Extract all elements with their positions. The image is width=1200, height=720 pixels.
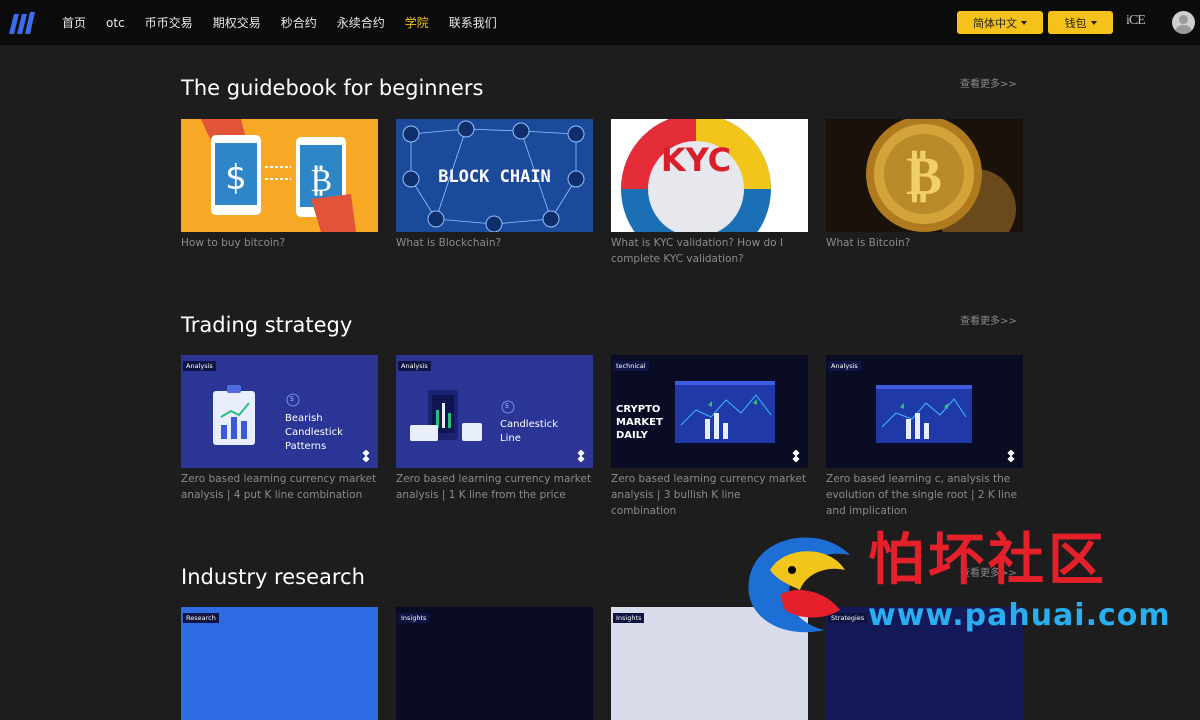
article-thumbnail: Insights (396, 607, 593, 720)
card-caption: What is Blockchain? (396, 237, 502, 249)
card-caption: What is Bitcoin? (826, 237, 911, 249)
nav-item-perpetual-contract[interactable]: 永续合约 (337, 14, 385, 31)
nav-item-otc[interactable]: otc (106, 16, 125, 30)
article-card[interactable]: technical CRYPTO MARKET DAILY Zero based… (611, 355, 808, 519)
article-thumbnail: Analysis 5 Candlestick Line (396, 355, 593, 468)
category-tag: Analysis (828, 361, 861, 371)
category-tag: Analysis (398, 361, 431, 371)
market-chart-screen-icon (876, 385, 972, 443)
card-caption: How to buy bitcoin? (181, 237, 286, 249)
thumbnail-title: KYC (660, 141, 732, 179)
article-thumbnail: Analysis 5 Bearish Candlestick Patterns (181, 355, 378, 468)
main-nav: 首页 otc 币币交易 期权交易 秒合约 永续合约 学院 联系我们 (52, 0, 507, 45)
language-select-button[interactable]: 简体中文 (957, 11, 1043, 34)
thumbnail-title: CRYPTO MARKET DAILY (616, 404, 663, 441)
article-card[interactable]: ₿ What is Bitcoin? (826, 119, 1023, 251)
chevron-down-icon (1021, 20, 1027, 25)
article-card[interactable]: Analysis 5 Bearish Candlestick Patterns … (181, 355, 378, 503)
card-caption: What is KYC validation? How do I complet… (611, 237, 784, 265)
article-thumbnail: Analysis (826, 355, 1023, 468)
wallet-button[interactable]: 钱包 (1048, 11, 1113, 34)
svg-text:$: $ (225, 158, 247, 198)
nav-item-contact-us[interactable]: 联系我们 (449, 14, 497, 31)
svg-text:₿: ₿ (906, 144, 942, 207)
article-card[interactable]: BLOCK CHAIN What is Blockchain? (396, 119, 593, 251)
view-more-link-trading-strategy[interactable]: 查看更多>> (960, 312, 1017, 327)
section-title-beginners: The guidebook for beginners (181, 76, 484, 100)
article-card[interactable]: Analysis 5 Candlestick Line Zero based l… (396, 355, 593, 503)
language-label: 简体中文 (973, 16, 1017, 30)
phone-exchange-illustration: $ ₿ (201, 119, 356, 232)
article-thumbnail: technical CRYPTO MARKET DAILY (611, 355, 808, 468)
thumbnail-title: Bearish Candlestick Patterns (285, 413, 343, 452)
section-title-industry-research: Industry research (181, 565, 365, 589)
card-caption: Zero based learning currency market anal… (611, 473, 807, 517)
nav-item-options-trading[interactable]: 期权交易 (213, 14, 261, 31)
category-tag: Insights (613, 613, 645, 623)
card-caption: Zero based learning currency market anal… (181, 473, 377, 501)
article-card[interactable]: Analysis Zero based learning c, analysis… (826, 355, 1023, 519)
thumbnail-title: BLOCK CHAIN (438, 167, 551, 187)
nav-item-spot-trading[interactable]: 币币交易 (145, 14, 193, 31)
top-nav-bar: 首页 otc 币币交易 期权交易 秒合约 永续合约 学院 联系我们 简体中文 钱… (0, 0, 1200, 46)
bitcoin-coin-thumbnail: ₿ (826, 119, 1023, 232)
watermark-text: 怕坏社区 (868, 528, 1108, 593)
category-tag: Analysis (183, 361, 216, 371)
view-more-link-beginners[interactable]: 查看更多>> (960, 75, 1017, 90)
nav-item-academy[interactable]: 学院 (405, 14, 429, 31)
category-tag: technical (613, 361, 649, 371)
wallet-label: 钱包 (1064, 16, 1087, 30)
diamond-logo-icon (577, 450, 585, 462)
step-number: 5 (290, 396, 294, 403)
article-card[interactable]: Research (181, 607, 378, 720)
brand-mark: iCE (1126, 13, 1146, 28)
phone-candlestick-icon (410, 390, 515, 441)
buy-bitcoin-thumbnail: $ ₿ (181, 119, 378, 232)
avatar[interactable] (1172, 11, 1195, 34)
article-thumbnail: Research (181, 607, 378, 720)
avatar-body-shape (1175, 25, 1192, 34)
thumbnail-title: Candlestick Line (500, 419, 558, 444)
category-tag: Research (183, 613, 219, 623)
card-caption: Zero based learning currency market anal… (396, 473, 592, 501)
diamond-logo-icon (1007, 450, 1015, 462)
watermark-fish-logo (748, 537, 850, 633)
article-card[interactable]: KYC What is KYC validation? How do I com… (611, 119, 808, 267)
chevron-down-icon (1090, 20, 1097, 25)
article-card[interactable]: $ ₿ How to buy bitcoin? (181, 119, 378, 251)
bitcoin-coin-icon: ₿ (866, 119, 1016, 232)
article-card[interactable]: Insights (396, 607, 593, 720)
kyc-thumbnail: KYC (611, 119, 808, 232)
avatar-head-shape (1179, 15, 1188, 24)
category-tag: Insights (398, 613, 430, 623)
nav-item-second-contract[interactable]: 秒合约 (281, 14, 317, 31)
card-caption: Zero based learning c, analysis the evol… (826, 473, 1018, 517)
section-title-trading-strategy: Trading strategy (181, 313, 353, 337)
watermark-url: www.pahuai.com (868, 598, 1171, 633)
step-number: 5 (505, 403, 509, 410)
site-logo[interactable] (6, 10, 36, 36)
diamond-logo-icon (792, 450, 800, 462)
nav-item-home[interactable]: 首页 (62, 14, 86, 31)
block-chain-thumbnail: BLOCK CHAIN (396, 119, 593, 232)
svg-text:₿: ₿ (310, 161, 332, 199)
diamond-logo-icon (362, 450, 370, 462)
